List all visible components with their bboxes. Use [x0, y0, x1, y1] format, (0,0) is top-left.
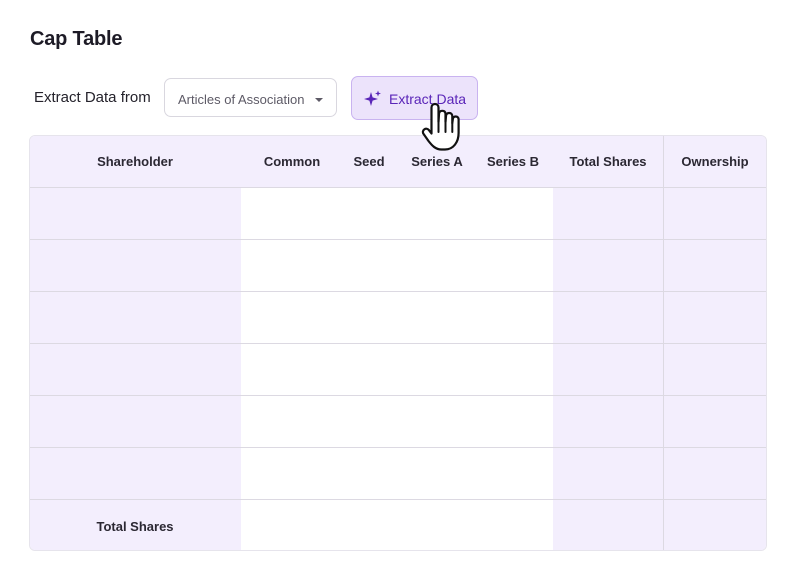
ownership-column-divider [663, 136, 664, 550]
column-header-seed: Seed [353, 154, 385, 169]
row-divider [30, 395, 766, 396]
column-header-series-b: Series B [486, 154, 540, 169]
column-header-common: Common [263, 154, 321, 169]
sparkle-icon [364, 90, 381, 106]
column-header-shareholder: Shareholder [97, 154, 173, 169]
page-title: Cap Table [30, 28, 123, 50]
source-document-value: Articles of Association [178, 92, 305, 107]
chevron-down-icon [315, 98, 323, 102]
row-divider [30, 447, 766, 448]
column-header-series-a: Series A [411, 154, 463, 169]
footer-total-shares-label: Total Shares [96, 519, 174, 534]
hand-pointer-cursor-icon [421, 102, 460, 151]
cap-table: Shareholder Common Seed Series A Series … [29, 135, 767, 551]
row-divider [30, 499, 766, 500]
row-divider [30, 239, 766, 240]
extract-data-from-label: Extract Data from [34, 89, 151, 106]
column-header-ownership: Ownership [681, 154, 749, 169]
column-header-total-shares: Total Shares [569, 154, 647, 169]
row-divider [30, 343, 766, 344]
row-divider [30, 291, 766, 292]
source-document-select[interactable]: Articles of Association [164, 78, 337, 117]
row-divider [30, 187, 766, 188]
